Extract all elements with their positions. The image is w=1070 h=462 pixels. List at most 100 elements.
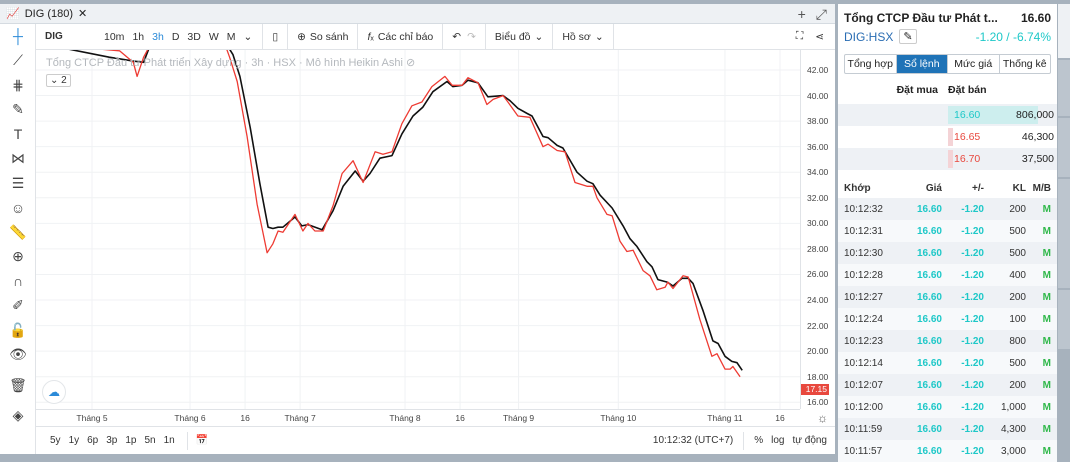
interval-M[interactable]: M: [223, 31, 240, 43]
price-axis[interactable]: 42.00 40.00 38.00 36.00 34.00 32.00 30.00 28.00…: [800, 50, 835, 409]
price-tick-label: 28.00: [807, 243, 829, 254]
prediction-icon[interactable]: ☰: [0, 171, 36, 196]
tab-2[interactable]: Mức giá: [948, 55, 1000, 73]
trade-cell: 16.60: [916, 357, 942, 369]
symbol-search[interactable]: DIG: [36, 31, 100, 42]
range-5n[interactable]: 5n: [141, 435, 160, 446]
time-tick-label: Tháng 6: [174, 413, 206, 423]
tradingview-logo-icon[interactable]: ☁: [42, 380, 66, 404]
brush-icon[interactable]: ✎: [0, 98, 36, 123]
settings-gear-icon[interactable]: ☼: [817, 411, 828, 425]
redo-icon[interactable]: ↷: [464, 31, 479, 43]
text-icon[interactable]: T: [0, 122, 36, 147]
candle-type-icon[interactable]: ▯: [269, 31, 281, 43]
edit-pencil-icon[interactable]: ✎: [899, 29, 917, 44]
time-axis[interactable]: ☼ Tháng 5 Tháng 6 16 Tháng 7 Tháng 8 16 Tháng …: [36, 409, 828, 426]
pitchfork-icon[interactable]: ⋕: [0, 73, 36, 98]
trade-cell: -1.20: [961, 335, 984, 347]
trade-cell: 16.60: [916, 269, 942, 281]
pattern-icon[interactable]: ⋈: [0, 147, 36, 172]
range-1n[interactable]: 1n: [160, 435, 179, 446]
trash-icon[interactable]: 🗑: [0, 373, 36, 398]
compare-label: So sánh: [309, 30, 349, 43]
percent-toggle[interactable]: %: [750, 435, 767, 446]
trade-cell: M: [1042, 335, 1051, 347]
tab-0[interactable]: Tổng hợp: [845, 55, 897, 73]
side-tab[interactable]: [1058, 179, 1070, 289]
trade-cell: M: [1042, 247, 1051, 259]
range-3p[interactable]: 3p: [102, 435, 121, 446]
interval-W[interactable]: W: [205, 31, 223, 43]
interval-3h[interactable]: 3h: [148, 31, 168, 43]
interval-10m[interactable]: 10m: [100, 31, 128, 43]
eye-hidden-icon[interactable]: ⊘: [406, 57, 415, 69]
trade-cell: 500: [1009, 225, 1026, 237]
trade-row: 10:12:32 16.60 -1.20 200 M: [838, 198, 1057, 220]
interval-dropdown-icon[interactable]: ⌄: [240, 31, 257, 43]
chart-type-dropdown[interactable]: Biểu đồ ⌄: [492, 31, 546, 43]
zoom-in-icon[interactable]: ⊕: [0, 245, 36, 270]
compare-button[interactable]: ⊕ So sánh: [294, 31, 351, 43]
ticker: DIG:HSX: [844, 29, 894, 44]
trade-cell: -1.20: [961, 225, 984, 237]
log-toggle[interactable]: log: [767, 435, 788, 446]
series-line-red: [102, 50, 741, 378]
lock-drawing-icon[interactable]: ✐: [0, 294, 36, 319]
lock-icon[interactable]: 🔓: [0, 318, 36, 343]
trade-cell: M: [1042, 401, 1051, 413]
price-chart[interactable]: [36, 50, 800, 409]
trade-cell: 16.60: [916, 203, 942, 215]
undo-icon[interactable]: ↶: [449, 31, 464, 43]
profile-label: Hồ sơ: [562, 30, 591, 43]
crosshair-icon[interactable]: ┼: [0, 24, 36, 49]
interval-D[interactable]: D: [168, 31, 184, 43]
trade-row: 10:12:27 16.60 -1.20 200 M: [838, 286, 1057, 308]
share-icon[interactable]: ⋖: [812, 31, 827, 43]
price-tick-label: 42.00: [807, 65, 829, 75]
date-range-icon[interactable]: 📅: [196, 435, 208, 446]
range-1p[interactable]: 1p: [121, 435, 140, 446]
layers-icon[interactable]: ◈: [0, 404, 36, 429]
trade-cell: 200: [1009, 291, 1026, 303]
profile-dropdown[interactable]: Hồ sơ ⌄: [559, 31, 606, 43]
indicators-button[interactable]: fₓ Các chỉ báo: [364, 31, 436, 43]
current-price: 16.60: [1020, 11, 1051, 25]
tab-3[interactable]: Thống kê: [1000, 55, 1051, 73]
trade-row: 10:12:30 16.60 -1.20 500 M: [838, 242, 1057, 264]
trade-cell: 400: [1009, 269, 1026, 281]
trade-cell: 16.60: [916, 291, 942, 303]
range-6p[interactable]: 6p: [83, 435, 102, 446]
trade-row: 10:12:31 16.60 -1.20 500 M: [838, 220, 1057, 242]
fullscreen-icon[interactable]: ⛶: [793, 30, 806, 43]
range-1y[interactable]: 1y: [65, 435, 84, 446]
trade-cell: 10:12:24: [844, 313, 883, 325]
close-tab-icon[interactable]: ✕: [78, 7, 87, 20]
interval-1h[interactable]: 1h: [128, 31, 148, 43]
side-tab[interactable]: [1058, 290, 1070, 350]
interval-3D[interactable]: 3D: [183, 31, 204, 43]
eye-icon[interactable]: 👁: [0, 343, 36, 368]
emoji-icon[interactable]: ☺: [0, 196, 36, 221]
ask-volume: 46,300: [1021, 131, 1054, 143]
trade-header: Khớp Giá +/- KL M/B: [838, 178, 1057, 198]
chart-tab[interactable]: 📈 DIG (180) ✕ + ⤢: [0, 4, 835, 24]
time-tick-label: 16: [455, 413, 465, 423]
magnet-icon[interactable]: ∩: [0, 269, 36, 294]
range-5y[interactable]: 5y: [46, 435, 65, 446]
trade-cell: 500: [1009, 247, 1026, 259]
auto-scale-toggle[interactable]: tự động: [789, 435, 832, 446]
ruler-icon[interactable]: 📏: [0, 220, 36, 245]
trade-cell: M: [1042, 445, 1051, 457]
trade-cell: M: [1042, 291, 1051, 303]
side-tab[interactable]: [1058, 60, 1070, 117]
side-tab[interactable]: [1058, 118, 1070, 178]
side-tab[interactable]: [1058, 4, 1070, 59]
legend-collapse-button[interactable]: ⌄ 2: [46, 74, 71, 87]
expand-icon[interactable]: ⤢: [816, 6, 827, 23]
trade-cell: -1.20: [961, 357, 984, 369]
trade-col-header: M/B: [1032, 182, 1051, 194]
tab-1[interactable]: Sổ lệnh: [896, 55, 948, 73]
trend-line-icon[interactable]: ⟋: [0, 49, 36, 74]
add-icon[interactable]: +: [798, 6, 806, 23]
trade-list[interactable]: 10:12:32 16.60 -1.20 200 M 10:12:31 16.60 -1.20…: [838, 198, 1057, 462]
